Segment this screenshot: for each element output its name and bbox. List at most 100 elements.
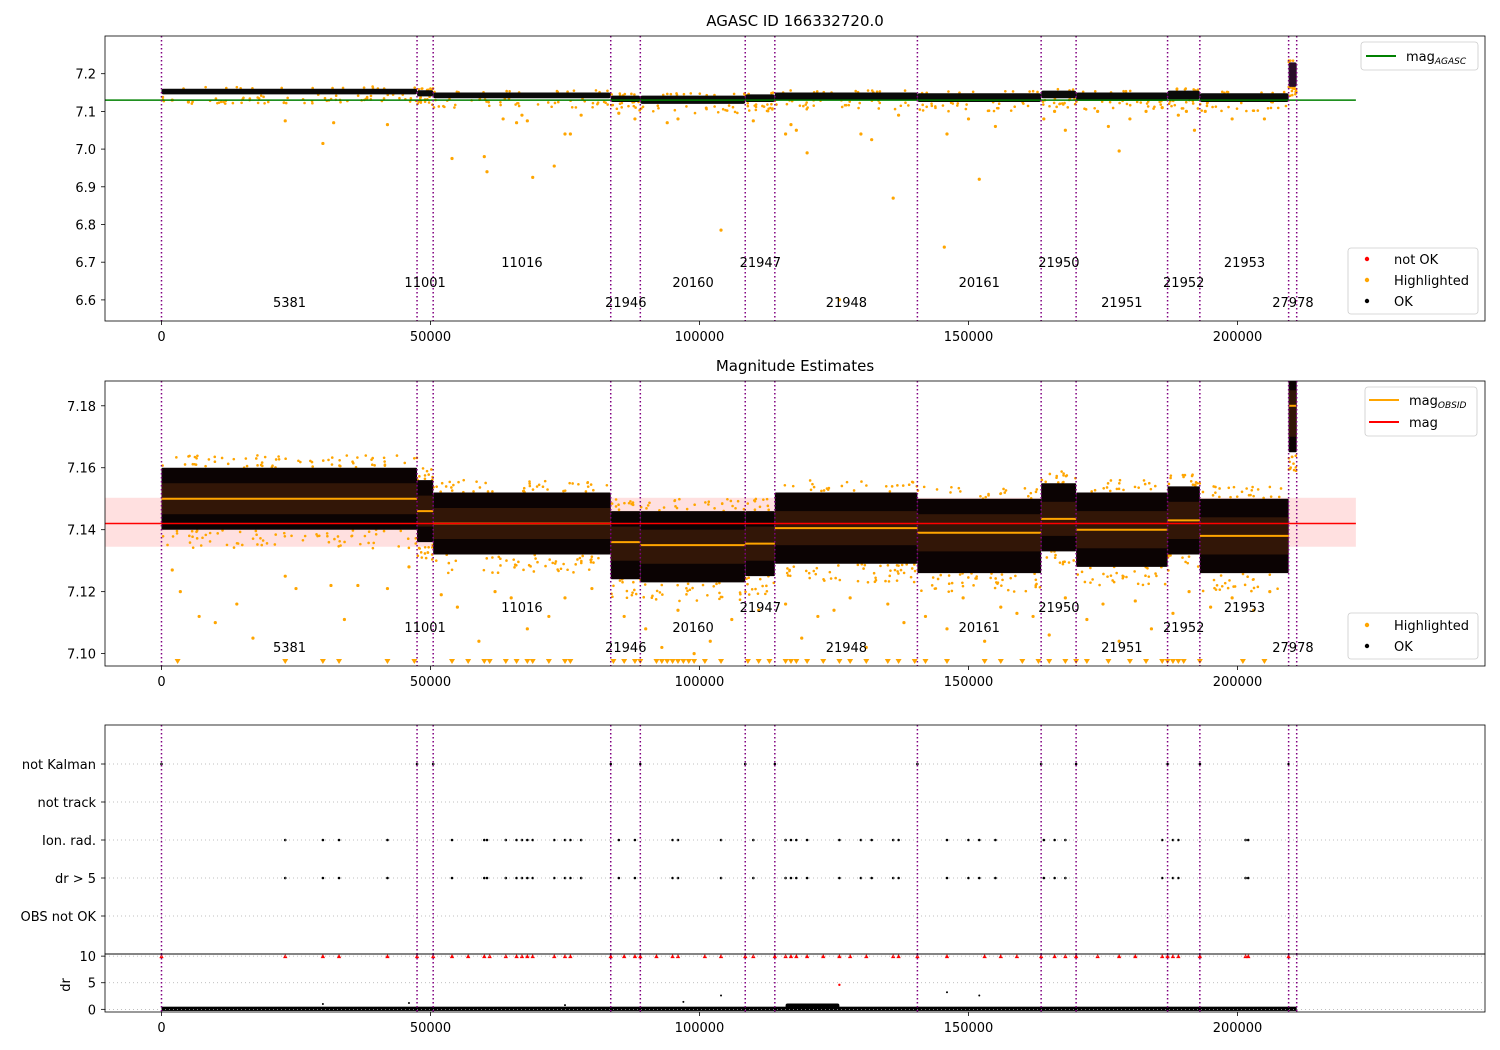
highlighted-point (592, 488, 595, 492)
legend-highlighted-label: Highlighted (1394, 274, 1469, 289)
highlighted-point (1220, 584, 1224, 588)
highlighted-point (485, 557, 489, 560)
highlighted-point (240, 543, 244, 547)
highlighted-point (791, 484, 795, 488)
highlighted-point (1292, 462, 1295, 465)
obsid-mag-spread (1288, 390, 1297, 437)
flag-point (450, 838, 454, 842)
highlighted-point (1118, 101, 1121, 105)
highlighted-point (546, 488, 549, 491)
highlighted-point (1042, 117, 1046, 121)
y-tick-label: 7.2 (75, 68, 96, 83)
highlighted-point (323, 96, 327, 100)
highlighted-point (712, 584, 716, 588)
highlighted-point (216, 532, 220, 535)
highlighted-point (383, 464, 387, 467)
highlighted-point (568, 132, 572, 136)
flag-point (789, 876, 793, 880)
highlighted-point (1027, 494, 1030, 498)
highlighted-point (528, 484, 532, 488)
highlighted-point (678, 599, 681, 603)
highlighted-point (232, 546, 236, 549)
highlighted-point (899, 568, 903, 572)
highlighted-point (1219, 574, 1223, 577)
highlighted-point (630, 593, 634, 597)
highlighted-point (942, 245, 946, 249)
highlighted-point (611, 595, 614, 599)
flag-point (805, 876, 809, 880)
highlighted-point (175, 529, 179, 533)
highlighted-point (383, 460, 386, 463)
highlighted-point (618, 92, 622, 95)
highlighted-point (1147, 481, 1151, 485)
highlighted-point (1209, 605, 1213, 609)
x-tick-label: 100000 (675, 675, 725, 690)
highlighted-point (947, 582, 951, 586)
highlighted-point (546, 101, 550, 104)
highlighted-point (175, 456, 178, 459)
highlighted-point (805, 101, 808, 104)
highlighted-point (1106, 575, 1109, 578)
highlighted-point (1175, 87, 1179, 91)
highlighted-point (656, 104, 660, 108)
highlighted-point (765, 584, 768, 588)
highlighted-point (1246, 575, 1249, 579)
highlighted-point (572, 571, 575, 574)
highlighted-point (373, 464, 376, 467)
highlighted-point (913, 569, 917, 573)
highlighted-point (1053, 556, 1057, 560)
highlighted-point (591, 101, 595, 105)
highlighted-point (1290, 455, 1294, 459)
highlighted-point (1136, 582, 1140, 586)
flag-point (485, 838, 489, 842)
obsid-label: 21951 (1101, 296, 1142, 311)
highlighted-point (1102, 572, 1105, 576)
highlighted-point (1144, 109, 1148, 113)
highlighted-point (765, 497, 769, 501)
obsid-label: 21946 (605, 296, 646, 311)
highlighted-point (213, 455, 217, 459)
highlighted-point (325, 532, 329, 535)
highlighted-point (1090, 490, 1093, 493)
x-tick-label: 200000 (1213, 330, 1263, 345)
highlighted-point (1187, 590, 1191, 594)
highlighted-point (204, 533, 208, 537)
highlighted-point (1268, 485, 1272, 489)
highlighted-point (1176, 113, 1180, 117)
highlighted-point (548, 558, 552, 561)
highlighted-point (736, 499, 740, 503)
highlighted-point (1109, 574, 1113, 577)
highlighted-point (301, 538, 305, 542)
highlighted-point (187, 455, 190, 458)
highlighted-point (1181, 107, 1185, 110)
highlighted-point (337, 544, 340, 548)
legend-ok-swatch (1364, 298, 1370, 304)
highlighted-point (414, 542, 418, 545)
highlighted-point (692, 652, 696, 656)
highlighted-point (208, 531, 212, 535)
highlighted-point (1251, 485, 1254, 489)
highlighted-point (330, 456, 334, 459)
highlighted-point (1034, 490, 1038, 494)
highlighted-point (446, 571, 450, 575)
highlighted-point (975, 575, 979, 578)
highlighted-point (512, 558, 516, 561)
highlighted-point (1011, 90, 1015, 93)
highlighted-point (1001, 578, 1004, 582)
highlighted-point (235, 602, 239, 606)
highlighted-point (657, 106, 660, 110)
highlighted-point (987, 494, 990, 497)
highlighted-point (1071, 88, 1075, 91)
highlighted-point (242, 96, 245, 100)
highlighted-point (950, 485, 953, 489)
highlighted-point (282, 531, 286, 535)
obsid-label: 21952 (1163, 621, 1204, 636)
highlighted-point (1184, 100, 1188, 104)
highlighted-point (536, 103, 540, 106)
highlighted-point (183, 463, 187, 466)
highlighted-point (1189, 479, 1193, 483)
highlighted-point (648, 501, 651, 505)
x-tick-label: 100000 (675, 330, 725, 345)
highlighted-point (338, 539, 341, 543)
highlighted-point (673, 108, 677, 112)
